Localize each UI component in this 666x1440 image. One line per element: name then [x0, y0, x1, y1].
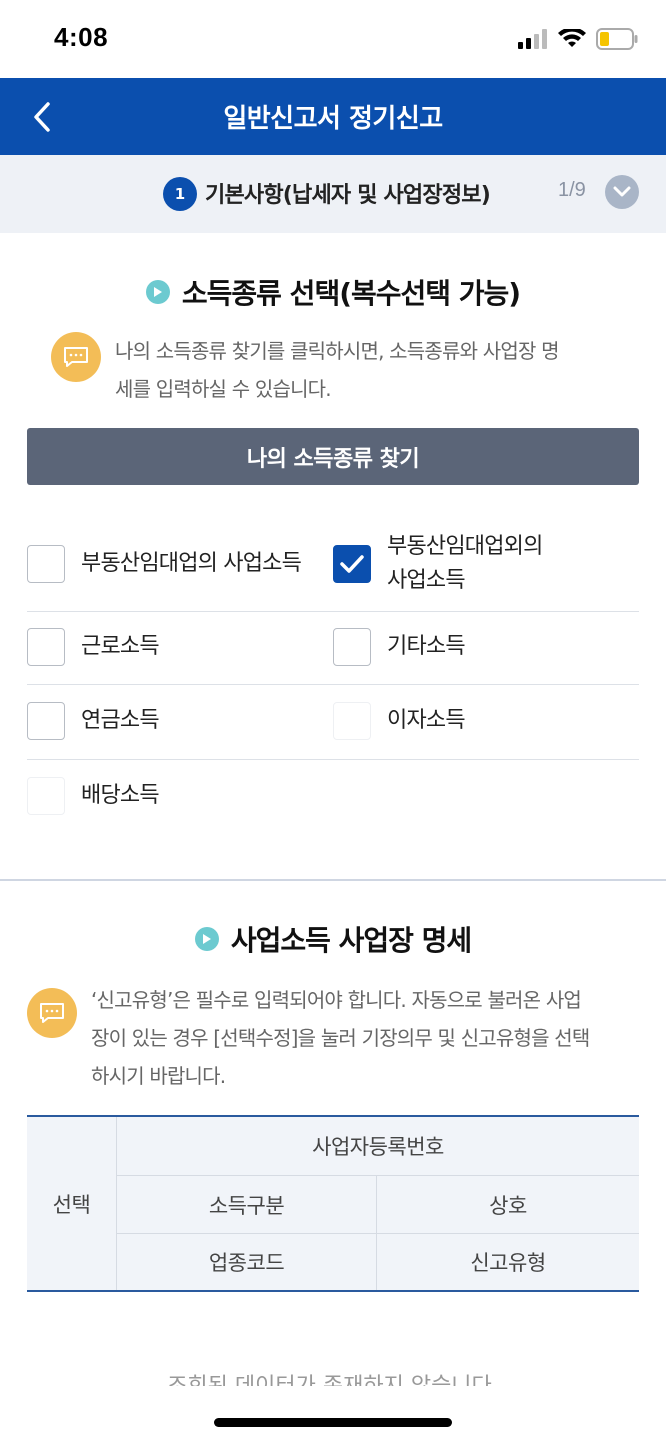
checkbox-label-line2: 사업소득	[387, 568, 466, 593]
col-registration-number: 사업자등록번호	[312, 1135, 444, 1159]
step-expand-button[interactable]	[605, 175, 639, 209]
checkbox-label: 근로소득	[81, 634, 160, 659]
col-select: 선택	[52, 1192, 91, 1217]
divider	[27, 684, 639, 685]
play-bullet-icon	[145, 280, 170, 304]
find-income-type-button[interactable]: 나의 소득종류 찾기	[27, 428, 639, 485]
checkbox-earned-income[interactable]: 근로소득	[27, 628, 160, 666]
checkbox-label-line1: 부동산임대업외의	[387, 534, 543, 559]
checkbox-box[interactable]	[333, 628, 371, 666]
checkbox-label: 배당소득	[81, 783, 160, 808]
business-section-title: 사업소득 사업장 명세	[0, 919, 666, 959]
business-info-line1: ‘신고유형’은 필수로 입력되어야 합니다. 자동으로 불러온 사업	[91, 988, 582, 1012]
app-header: 일반신고서 정기신고	[0, 78, 666, 155]
col-trade-name: 상호	[489, 1193, 527, 1218]
checkbox-box[interactable]	[333, 702, 371, 740]
checkbox-box[interactable]	[27, 702, 65, 740]
income-info-box: 나의 소득종류 찾기를 클릭하시면, 소득종류와 사업장 명 세를 입력하실 수…	[51, 332, 615, 408]
checkbox-box[interactable]	[27, 777, 65, 815]
checkmark-icon	[340, 555, 364, 573]
section-separator	[0, 879, 666, 881]
home-indicator[interactable]	[214, 1418, 452, 1427]
status-time: 4:08	[54, 22, 109, 52]
speech-bubble-icon	[27, 988, 77, 1038]
checkbox-pension-income[interactable]: 연금소득	[27, 702, 160, 740]
step-number-badge: 1	[163, 177, 197, 211]
checkbox-dividend-income[interactable]: 배당소득	[27, 777, 160, 815]
empty-table-message: 조회된 데이터가 존재하지 않습니다.	[0, 1372, 666, 1386]
business-info-line3: 하시기 바랍니다.	[91, 1064, 226, 1088]
step-label: 기본사항(납세자 및 사업장정보)	[205, 183, 491, 208]
checkbox-non-rental-business-income[interactable]: 부동산임대업외의 사업소득	[333, 530, 543, 598]
checkbox-label: 부동산임대업외의 사업소득	[387, 530, 543, 598]
chevron-down-icon	[613, 186, 631, 197]
step-bar[interactable]: 1 기본사항(납세자 및 사업장정보) 1/9	[0, 155, 666, 233]
signal-icon	[518, 29, 547, 49]
col-report-type: 신고유형	[470, 1251, 546, 1275]
income-section-title: 소득종류 선택(복수선택 가능)	[0, 272, 666, 312]
income-info-line2: 세를 입력하실 수 있습니다.	[115, 377, 332, 401]
status-icons	[518, 28, 638, 50]
speech-bubble-icon	[51, 332, 101, 382]
step-count: 1/9	[558, 179, 586, 201]
income-info-line1: 나의 소득종류 찾기를 클릭하시면, 소득종류와 사업장 명	[115, 339, 560, 363]
checkbox-rental-business-income[interactable]: 부동산임대업의 사업소득	[27, 545, 302, 583]
checkbox-interest-income[interactable]: 이자소득	[333, 702, 466, 740]
checkbox-label: 부동산임대업의 사업소득	[81, 551, 302, 576]
col-industry-code: 업종코드	[208, 1251, 285, 1275]
checkbox-box[interactable]	[27, 545, 65, 583]
status-bar: 4:08	[0, 0, 666, 78]
play-bullet-icon	[194, 927, 219, 951]
divider	[27, 759, 639, 760]
col-income-type: 소득구분	[208, 1193, 285, 1218]
checkbox-box-checked[interactable]	[333, 545, 371, 583]
checkbox-label: 기타소득	[387, 634, 466, 659]
business-info-line2: 장이 있는 경우 [선택수정]을 눌러 기장의무 및 신고유형을 선택	[91, 1026, 590, 1050]
business-section-title-text: 사업소득 사업장 명세	[230, 924, 472, 957]
wifi-icon	[558, 29, 586, 47]
income-section-title-text: 소득종류 선택(복수선택 가능)	[181, 277, 521, 310]
business-info-box: ‘신고유형’은 필수로 입력되어야 합니다. 자동으로 불러온 사업 장이 있는…	[27, 981, 641, 1095]
checkbox-label: 연금소득	[81, 708, 160, 733]
checkbox-other-income[interactable]: 기타소득	[333, 628, 466, 666]
divider	[27, 611, 639, 612]
battery-icon	[596, 28, 638, 50]
business-table-header: 선택 사업자등록번호 소득구분 상호 업종코드 신고유형	[27, 1115, 639, 1292]
page-title: 일반신고서 정기신고	[223, 104, 443, 134]
checkbox-box[interactable]	[27, 628, 65, 666]
checkbox-label: 이자소득	[387, 708, 466, 733]
